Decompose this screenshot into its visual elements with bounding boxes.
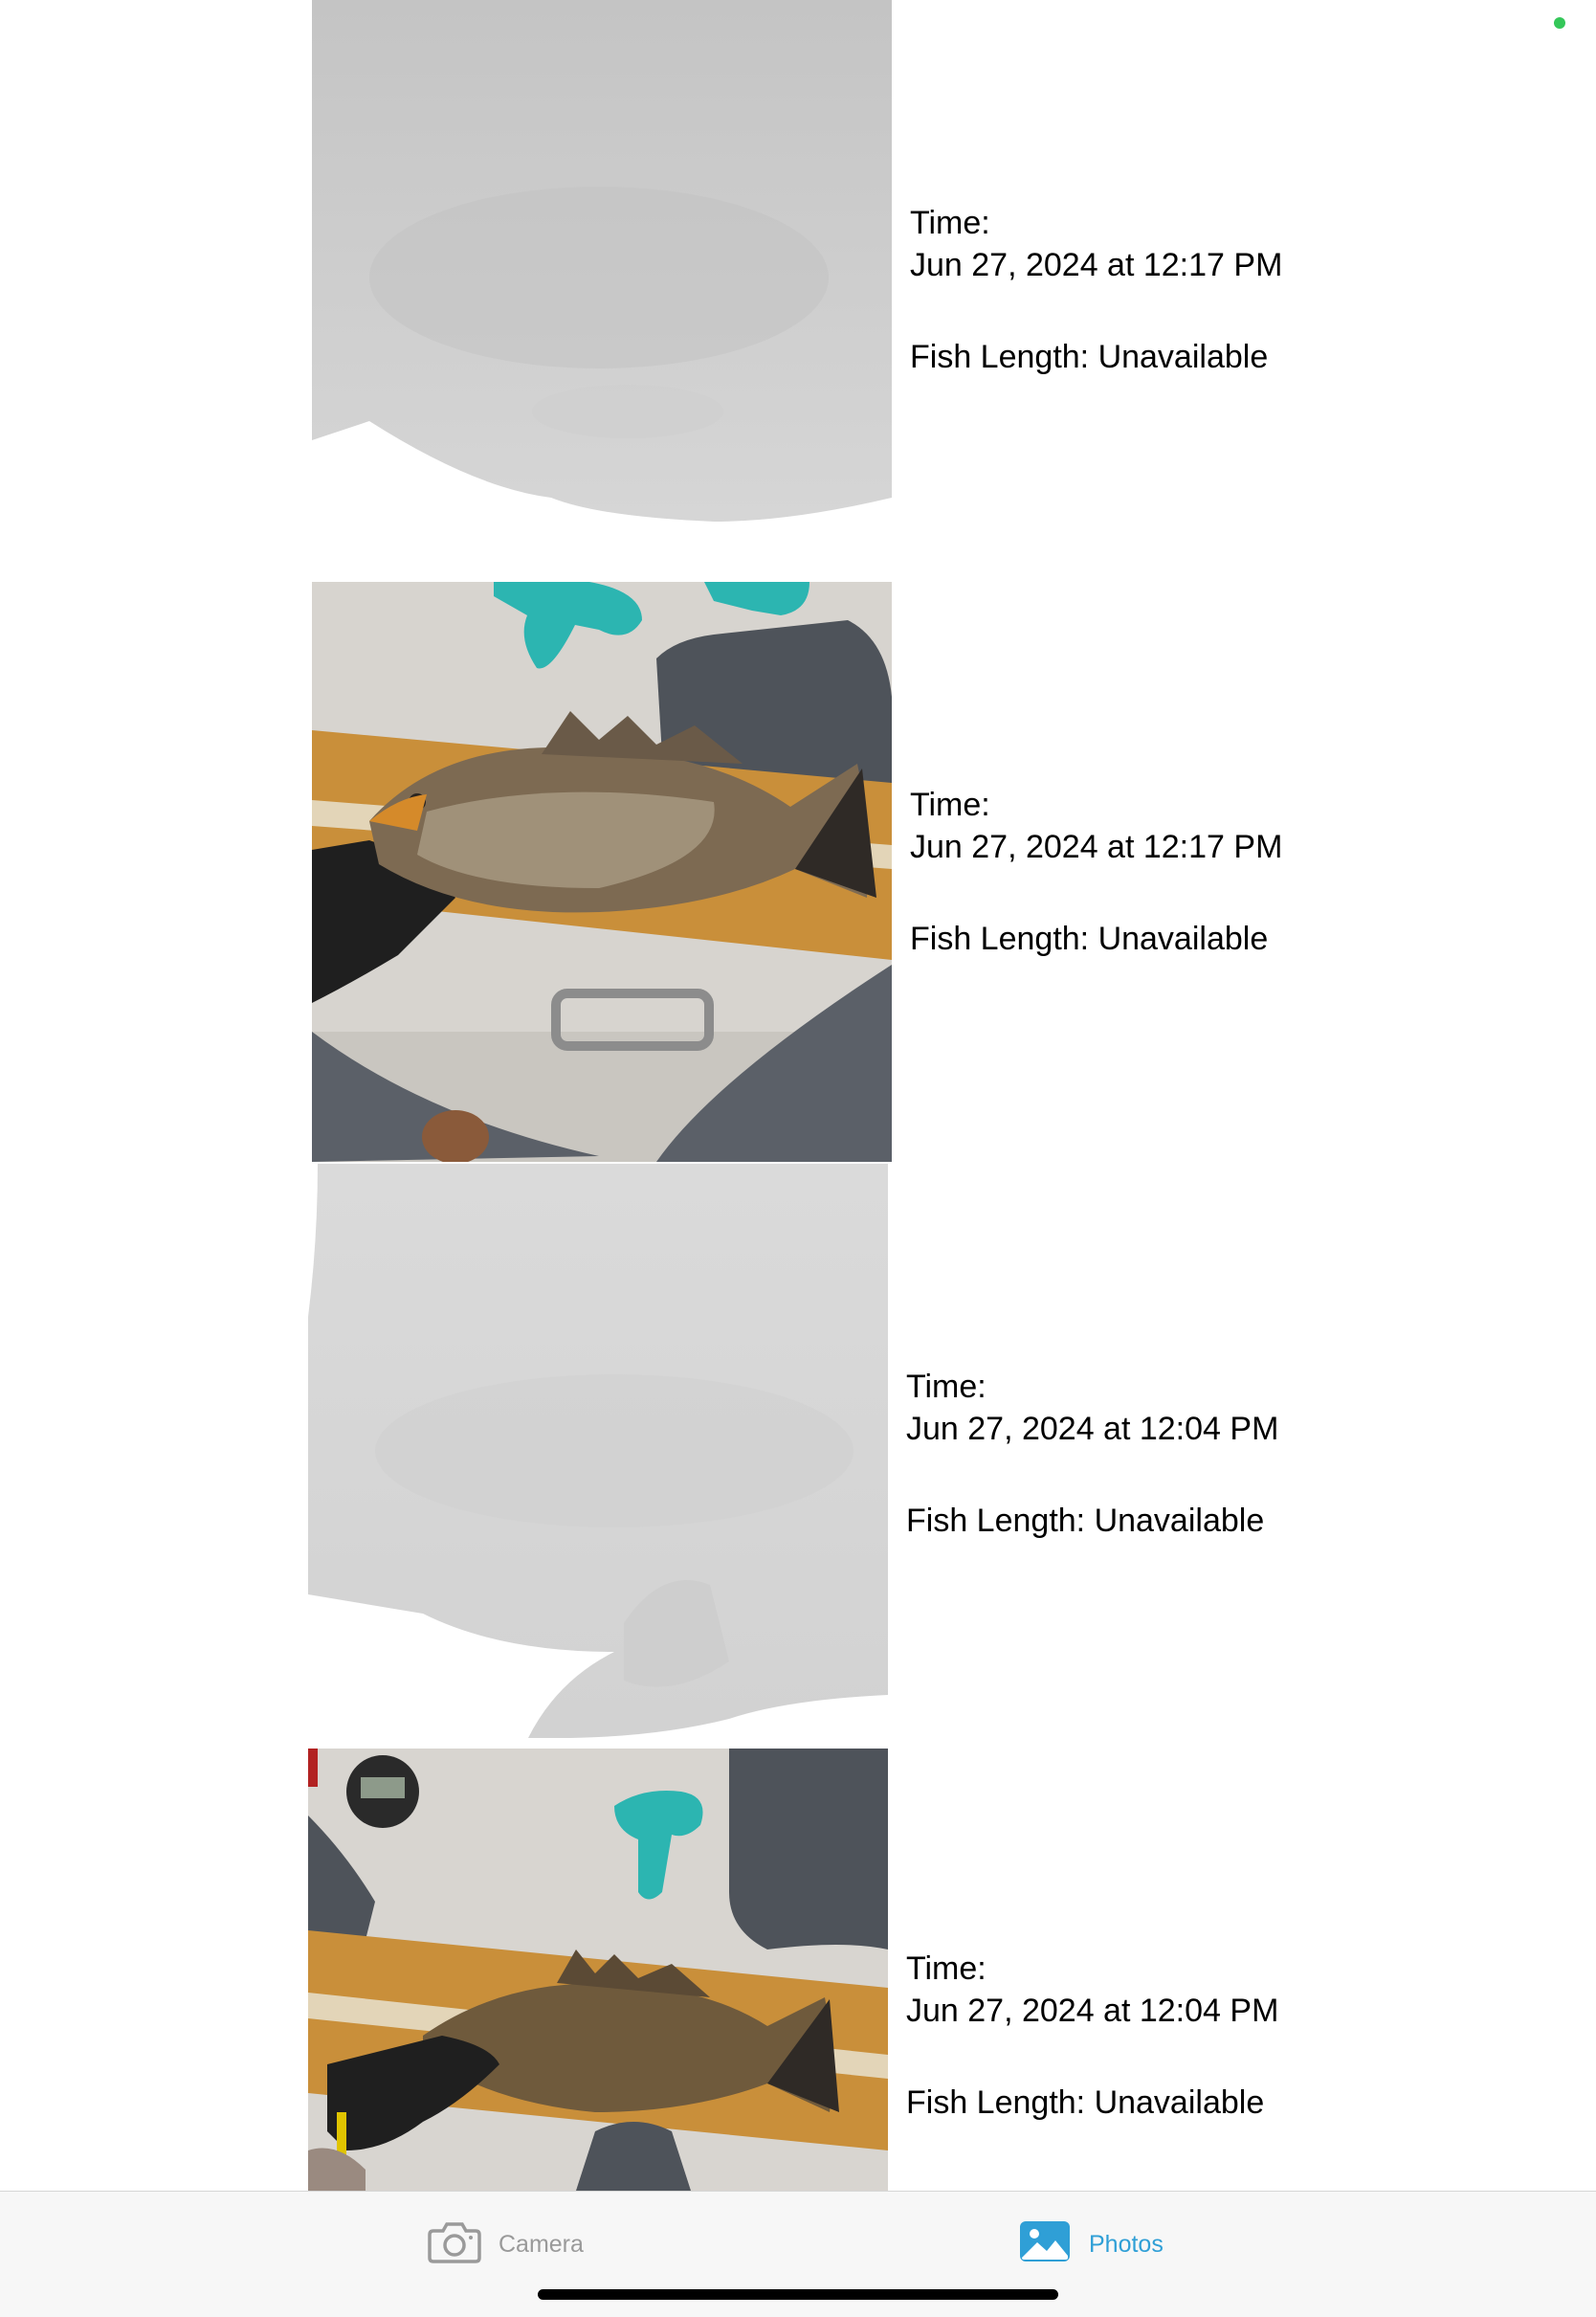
fish-length-label: Fish Length: Unavailable xyxy=(910,339,1269,375)
photo-entry[interactable]: Time: Jun 27, 2024 at 12:17 PM Fish Leng… xyxy=(0,582,1596,1164)
tab-photos[interactable]: Photos xyxy=(1018,2220,1164,2268)
photos-icon xyxy=(1018,2219,1072,2270)
time-label: Time: xyxy=(906,1950,986,1987)
time-label: Time: xyxy=(910,205,990,241)
photo-metadata: Time: Jun 27, 2024 at 12:17 PM Fish Leng… xyxy=(910,784,1282,960)
photo-metadata: Time: Jun 27, 2024 at 12:04 PM Fish Leng… xyxy=(906,1366,1278,1542)
depth-map-image[interactable] xyxy=(312,0,892,580)
camera-icon xyxy=(428,2219,481,2270)
fish-photo[interactable] xyxy=(312,582,892,1162)
fish-length-label: Fish Length: Unavailable xyxy=(910,921,1269,957)
photo-entry[interactable]: Time: Jun 27, 2024 at 12:17 PM Fish Leng… xyxy=(0,0,1596,582)
timestamp: Jun 27, 2024 at 12:17 PM xyxy=(910,829,1283,865)
timestamp: Jun 27, 2024 at 12:04 PM xyxy=(906,1411,1279,1447)
fish-length-label: Fish Length: Unavailable xyxy=(906,2084,1265,2121)
home-indicator[interactable] xyxy=(538,2289,1058,2300)
timestamp: Jun 27, 2024 at 12:04 PM xyxy=(906,1993,1279,2029)
timestamp: Jun 27, 2024 at 12:17 PM xyxy=(910,247,1283,283)
photo-metadata: Time: Jun 27, 2024 at 12:04 PM Fish Leng… xyxy=(906,1948,1278,2124)
fish-photo[interactable] xyxy=(308,1749,888,2191)
tab-camera-label: Camera xyxy=(499,2230,584,2258)
tab-camera[interactable]: Camera xyxy=(428,2220,584,2268)
photo-metadata: Time: Jun 27, 2024 at 12:17 PM Fish Leng… xyxy=(910,202,1282,378)
fish-length-label: Fish Length: Unavailable xyxy=(906,1503,1265,1539)
time-label: Time: xyxy=(910,787,990,823)
photo-entry[interactable]: Time: Jun 27, 2024 at 12:04 PM Fish Leng… xyxy=(0,1164,1596,1746)
photo-entry[interactable]: Time: Jun 27, 2024 at 12:04 PM Fish Leng… xyxy=(0,1746,1596,2191)
tab-photos-label: Photos xyxy=(1089,2230,1164,2258)
time-label: Time: xyxy=(906,1369,986,1405)
depth-map-image[interactable] xyxy=(308,1164,888,1744)
